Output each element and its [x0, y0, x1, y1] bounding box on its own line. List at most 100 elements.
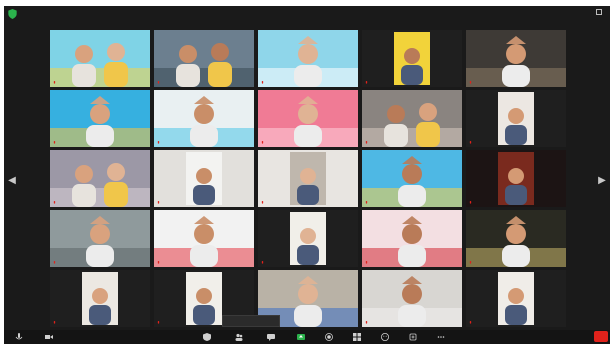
video-camera-icon [45, 335, 53, 339]
microphone-muted-icon [261, 201, 264, 204]
participant-tile[interactable] [362, 30, 462, 87]
participant-video [362, 210, 462, 267]
apps-button[interactable] [406, 332, 420, 342]
notification-toast [222, 315, 280, 327]
participant-tile[interactable] [362, 150, 462, 207]
participant-video [50, 210, 150, 267]
participant-tile[interactable] [154, 90, 254, 147]
participant-video [258, 30, 358, 87]
participant-tile[interactable] [154, 210, 254, 267]
meeting-toolbar [4, 330, 610, 344]
participants-button[interactable] [232, 332, 246, 342]
participant-video [362, 90, 462, 147]
microphone-muted-icon [157, 261, 160, 264]
participant-video [50, 150, 150, 207]
microphone-muted-icon [261, 81, 264, 84]
end-meeting-button[interactable] [594, 331, 608, 342]
microphone-muted-icon [365, 81, 368, 84]
microphone-muted-icon [365, 201, 368, 204]
participant-video [466, 270, 566, 327]
reactions-button[interactable] [378, 332, 392, 342]
participant-tile[interactable] [154, 150, 254, 207]
share-screen-button[interactable] [294, 332, 308, 342]
participant-video [466, 30, 566, 87]
apps-icon [409, 333, 417, 341]
reactions-icon [381, 333, 389, 341]
chat-button[interactable] [264, 332, 278, 342]
participant-video [466, 90, 566, 147]
participant-tile[interactable] [154, 30, 254, 87]
participant-video [50, 30, 150, 87]
participant-tile[interactable] [258, 210, 358, 267]
participant-video [466, 210, 566, 267]
security-button[interactable] [200, 332, 214, 342]
microphone-muted-icon [53, 321, 56, 324]
participant-video [50, 90, 150, 147]
participant-video [258, 150, 358, 207]
microphone-button[interactable] [12, 332, 26, 342]
participant-tile[interactable] [50, 150, 150, 207]
microphone-muted-icon [469, 321, 472, 324]
participant-video [50, 270, 150, 327]
participant-tile[interactable] [466, 210, 566, 267]
participants-icon [235, 333, 243, 341]
microphone-muted-icon [469, 261, 472, 264]
microphone-muted-icon [469, 201, 472, 204]
security-icon [203, 333, 211, 341]
participant-video [466, 150, 566, 207]
more-icon [437, 336, 445, 338]
microphone-muted-icon [53, 201, 56, 204]
participant-video [362, 150, 462, 207]
microphone-muted-icon [469, 81, 472, 84]
participant-video [154, 210, 254, 267]
microphone-muted-icon [157, 201, 160, 204]
microphone-muted-icon [469, 141, 472, 144]
participant-tile[interactable] [258, 90, 358, 147]
previous-page-button[interactable]: ◀ [8, 174, 16, 188]
participant-tile[interactable] [258, 150, 358, 207]
chevron-left-icon: ◀ [8, 175, 16, 186]
participant-video [362, 270, 462, 327]
participant-tile[interactable] [362, 210, 462, 267]
microphone-muted-icon [53, 261, 56, 264]
participant-video [258, 90, 358, 147]
share-screen-icon [297, 334, 305, 340]
record-button[interactable] [322, 332, 336, 342]
shield-icon[interactable] [8, 9, 17, 19]
participant-tile[interactable] [466, 90, 566, 147]
microphone-muted-icon [53, 81, 56, 84]
participant-gallery [50, 30, 566, 327]
participant-tile[interactable] [362, 90, 462, 147]
participant-video [154, 90, 254, 147]
breakout-rooms-icon [353, 333, 361, 341]
microphone-muted-icon [53, 141, 56, 144]
participant-tile[interactable] [466, 270, 566, 327]
participant-tile[interactable] [50, 210, 150, 267]
participant-video [258, 210, 358, 267]
participant-tile[interactable] [466, 30, 566, 87]
participant-tile[interactable] [50, 270, 150, 327]
microphone-muted-icon [261, 261, 264, 264]
next-page-button[interactable]: ▶ [598, 174, 606, 188]
microphone-muted-icon [365, 321, 368, 324]
view-toggle-button[interactable] [596, 9, 604, 15]
participant-tile[interactable] [466, 150, 566, 207]
microphone-muted-icon [365, 141, 368, 144]
participant-tile[interactable] [50, 90, 150, 147]
meeting-window: ◀ ▶ [4, 6, 610, 344]
microphone-icon [15, 333, 23, 340]
microphone-muted-icon [261, 141, 264, 144]
chevron-right-icon: ▶ [598, 175, 606, 186]
microphone-muted-icon [365, 261, 368, 264]
participant-tile[interactable] [50, 30, 150, 87]
video-camera-button[interactable] [42, 332, 56, 342]
participant-tile[interactable] [258, 30, 358, 87]
chat-icon [267, 334, 275, 341]
microphone-muted-icon [157, 81, 160, 84]
participant-video [154, 150, 254, 207]
record-icon [325, 333, 333, 341]
more-button[interactable] [434, 332, 448, 342]
participant-tile[interactable] [362, 270, 462, 327]
participant-video [362, 30, 462, 87]
breakout-rooms-button[interactable] [350, 332, 364, 342]
